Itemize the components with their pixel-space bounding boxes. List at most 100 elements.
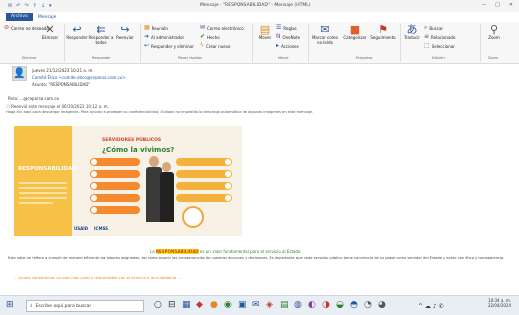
task-view-icon[interactable]: ⊟	[168, 300, 176, 310]
app-icon[interactable]: ◑	[322, 300, 330, 310]
ribbon-separator	[400, 24, 401, 62]
quick-step-meeting[interactable]: ▦ Reunión	[144, 25, 168, 31]
message-date: jueves 21/12/2023 10:21 a. m.	[32, 68, 94, 73]
banner-left-panel	[14, 126, 72, 236]
ribbon-separator	[480, 24, 481, 62]
save-icon[interactable]: ✉	[8, 3, 12, 9]
person-illustration	[160, 172, 174, 222]
taskbar: ⊞ ⌕ Escribe aquí para buscar ○ ⊟ ▦ ◆ ● ◉…	[0, 295, 519, 315]
window-controls: − □ ✕	[482, 2, 513, 8]
move-button[interactable]: ▤ Mover	[256, 24, 274, 41]
body-paragraph: Este valor se refiere a cumplir de maner…	[8, 256, 505, 260]
app-icon[interactable]: ◔	[364, 300, 372, 310]
app-icon[interactable]: ▦	[182, 300, 191, 310]
body-lead: La RESPONSABILIDAD es un valor fundament…	[150, 249, 301, 254]
banner-item	[90, 158, 140, 166]
banner-item	[90, 182, 140, 190]
banner-item	[176, 158, 232, 166]
group-label-move: Mover	[278, 56, 289, 60]
lightning-icon: ϟ	[200, 42, 204, 49]
quick-step-create-new[interactable]: ϟ Crear nuevo	[200, 43, 231, 49]
banner-item	[176, 182, 232, 190]
group-label-quick-steps: Pasos rápidos	[178, 56, 202, 60]
ribbon-separator	[64, 24, 65, 62]
cortana-icon[interactable]: ○	[154, 300, 162, 310]
app-icon[interactable]: ◐	[308, 300, 316, 310]
follow-up-button[interactable]: ⚑ Seguimiento	[370, 24, 396, 41]
ribbon-separator	[140, 24, 141, 62]
undo-icon[interactable]: ↶	[16, 3, 20, 9]
reply-all-icon: ⇇	[96, 23, 106, 36]
banner-subtitle: ¿Cómo la vivimos?	[102, 146, 175, 154]
app-icon[interactable]: ◕	[378, 300, 386, 310]
forward-button[interactable]: ↪ Reenviar	[114, 24, 136, 41]
customize-toolbar-icon[interactable]: ▾	[49, 3, 52, 9]
ribbon-separator	[252, 24, 253, 62]
message-subject: Asunto: "RESPONSABILIDAD"	[32, 82, 91, 87]
banner-logos: USAID ICMSS	[74, 226, 108, 231]
app-icon[interactable]: ▤	[280, 300, 289, 310]
tab-message[interactable]: Mensaje	[38, 15, 57, 20]
sender-name[interactable]: Comité Ético <comite.etico@ceparsa.com.c…	[32, 75, 126, 80]
previous-item-icon[interactable]: ↑	[33, 3, 37, 9]
find-button[interactable]: ⌕ Buscar	[424, 25, 443, 31]
mark-unread-button[interactable]: ✉ Marcar como no leído	[310, 24, 340, 45]
highlight-text: RESPONSABILIDAD	[155, 249, 199, 254]
redo-icon[interactable]: ↷	[24, 3, 28, 9]
app-icon[interactable]: ◒	[336, 300, 344, 310]
onenote-button[interactable]: N OneNote	[276, 34, 300, 40]
ribbon: ⊘ Correo no deseado ✕ Eliminar Eliminar …	[0, 22, 519, 64]
onenote-icon: N	[276, 33, 281, 40]
banner-left-text-block	[19, 182, 67, 212]
select-button[interactable]: ⬚ Seleccionar	[424, 43, 455, 49]
banner-badge	[182, 206, 204, 228]
outlook-icon[interactable]: ✉	[252, 300, 260, 310]
reply-button[interactable]: ↩ Responder	[66, 24, 88, 41]
windows-start-icon[interactable]: ⊞	[6, 300, 14, 310]
banner-left-title: RESPONSABILIDAD	[18, 166, 77, 172]
group-label-zoom: Zoom	[488, 56, 499, 60]
recipient-line: Para: …@ceparsa.com.co	[8, 96, 59, 101]
banner-item	[90, 194, 140, 202]
related-button[interactable]: ≡ Relacionado	[424, 34, 455, 40]
app-icon[interactable]: ◉	[224, 300, 232, 310]
person-illustration-head	[149, 156, 159, 167]
app-icon[interactable]: ◓	[350, 300, 358, 310]
quick-step-manager[interactable]: ➜ Al administrador	[144, 34, 184, 40]
check-icon: ✔	[200, 33, 206, 40]
translate-button[interactable]: あ Traducir	[403, 24, 421, 41]
banner-item	[90, 206, 140, 214]
minimize-icon[interactable]: −	[482, 2, 486, 8]
app-icon[interactable]: ◍	[294, 300, 302, 310]
quick-step-reply-delete[interactable]: ↩ Responder y eliminar	[144, 43, 194, 49]
logo-usaid: USAID	[74, 226, 89, 231]
system-tray-icons[interactable]: ^ ☁ ♪ ✆	[418, 302, 444, 312]
maximize-icon[interactable]: □	[495, 2, 500, 8]
app-icon[interactable]: ▣	[238, 300, 247, 310]
taskbar-search[interactable]: ⌕ Escribe aquí para buscar	[26, 300, 144, 312]
infographic-banner: RESPONSABILIDAD SERVIDORES PÚBLICOS ¿Cóm…	[14, 126, 242, 236]
delete-button[interactable]: ✕ Eliminar	[40, 24, 60, 41]
quick-access-toolbar: ✉ ↶ ↷ ↑ ↓ ▾	[8, 3, 52, 9]
ribbon-separator	[308, 24, 309, 62]
zoom-button[interactable]: ⚲ Zoom	[484, 24, 504, 41]
tab-file[interactable]: Archivo	[6, 13, 33, 21]
app-icon[interactable]: ◆	[196, 300, 203, 310]
envelope-icon: ✉	[320, 23, 330, 36]
reply-all-button[interactable]: ⇇ Responder a todos	[88, 24, 114, 45]
download-images-notice[interactable]: Haga clic aquí para descargar imágenes. …	[6, 110, 313, 114]
app-icon[interactable]: ◈	[266, 300, 273, 310]
app-icon[interactable]: ●	[210, 300, 218, 310]
next-item-icon[interactable]: ↓	[41, 3, 45, 9]
actions-button[interactable]: ▸ Acciones	[276, 43, 299, 49]
categorize-button[interactable]: ■ Categorizar	[342, 24, 368, 41]
related-icon: ≡	[424, 33, 430, 40]
close-icon[interactable]: ✕	[509, 2, 513, 8]
body-closing: ... Juntos construimos un país más justo…	[14, 275, 181, 280]
delete-icon: ✕	[45, 23, 55, 36]
quick-step-email[interactable]: ✉ Correo electrónico	[200, 25, 244, 31]
quick-step-done[interactable]: ✔ Hecho	[200, 34, 220, 40]
mail-icon: ✉	[200, 24, 206, 31]
rules-button[interactable]: ☰ Reglas	[276, 25, 297, 31]
clock[interactable]: 10:34 a. m. 22/04/2024	[488, 298, 511, 308]
